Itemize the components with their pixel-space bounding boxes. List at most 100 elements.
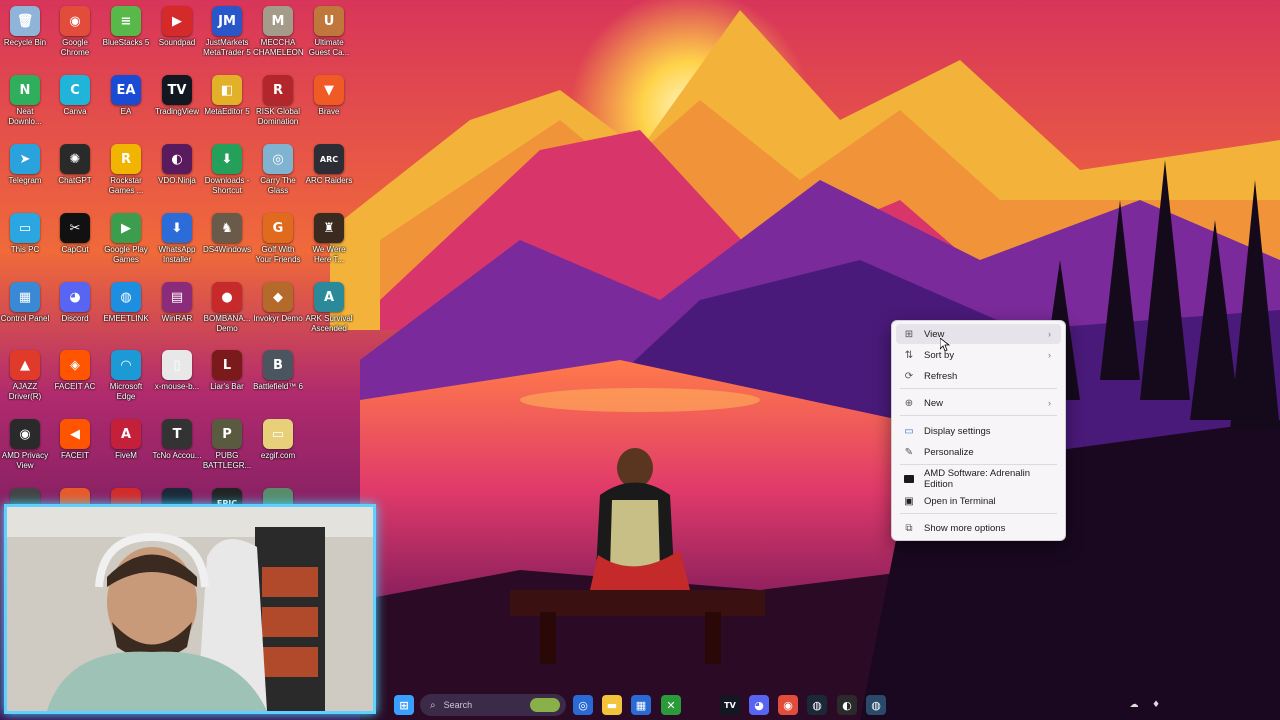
desktop-icon[interactable]: EA EA bbox=[101, 69, 151, 117]
desktop-icon[interactable]: ARC ARC Raiders bbox=[304, 138, 354, 186]
desktop-icon-label: x-mouse-b... bbox=[154, 382, 200, 391]
desktop-icon[interactable]: ▦ Control Panel bbox=[0, 276, 50, 324]
menu-item-refresh[interactable]: ⟳ Refresh bbox=[896, 366, 1061, 386]
search-placeholder: Search bbox=[443, 700, 473, 710]
app-icon: ➤ bbox=[10, 144, 40, 174]
desktop-icon[interactable]: G Golf With Your Friends bbox=[253, 207, 303, 265]
app-icon: ▼ bbox=[314, 75, 344, 105]
taskbar-obs-icon[interactable]: ◐ bbox=[837, 695, 857, 715]
desktop-icon[interactable]: A ARK Survival Ascended bbox=[304, 276, 354, 334]
desktop-icon[interactable]: L Liar's Bar bbox=[202, 344, 252, 392]
desktop-icon[interactable]: ● BOMBANA... Demo bbox=[202, 276, 252, 334]
desktop-icon[interactable]: ▶ Soundpad bbox=[152, 0, 202, 48]
taskbar-steam-icon[interactable]: ◍ bbox=[807, 695, 827, 715]
taskbar-discord-icon[interactable]: ◕ bbox=[749, 695, 769, 715]
taskbar-explorer-icon[interactable]: ▬ bbox=[602, 695, 622, 715]
menu-separator bbox=[900, 415, 1057, 416]
menu-item-show-more-options[interactable]: ⧉ Show more options bbox=[896, 518, 1061, 538]
desktop-icon-label: ARK Survival Ascended bbox=[305, 314, 353, 333]
taskbar-copilot-icon[interactable]: ◎ bbox=[573, 695, 593, 715]
desktop-icon[interactable]: C Canva bbox=[50, 69, 100, 117]
desktop-icon[interactable]: ▯ x-mouse-b... bbox=[152, 344, 202, 392]
desktop-icon[interactable]: M MECCHA CHAMELEON bbox=[253, 0, 303, 58]
desktop-icon-label: Canva bbox=[63, 107, 87, 116]
desktop-icon-label: Discord bbox=[61, 314, 89, 323]
desktop-icon[interactable]: ◈ FACEIT AC bbox=[50, 344, 100, 392]
desktop-icon[interactable]: ◎ Carry The Glass bbox=[253, 138, 303, 196]
app-icon: ▭ bbox=[263, 419, 293, 449]
desktop-icon-label: FiveM bbox=[115, 451, 137, 460]
menu-item-display-settings[interactable]: ▭ Display settings bbox=[896, 421, 1061, 441]
desktop-icon[interactable]: ◀ FACEIT bbox=[50, 413, 100, 461]
desktop-icon[interactable]: ◉ AMD Privacy View bbox=[0, 413, 50, 471]
desktop-icon-label: Liar's Bar bbox=[210, 382, 244, 391]
taskbar-chrome-icon[interactable]: ◉ bbox=[778, 695, 798, 715]
desktop-icon[interactable]: ◍ EMEETLINK bbox=[101, 276, 151, 324]
desktop-icon[interactable]: R Rockstar Games ... bbox=[101, 138, 151, 196]
desktop-icon[interactable]: ✺ ChatGPT bbox=[50, 138, 100, 186]
taskbar-tradingview-icon[interactable]: TV bbox=[720, 695, 740, 715]
taskbar-search-input[interactable]: ⌕ Search bbox=[420, 694, 566, 716]
desktop-icon[interactable]: 🗑 Recycle Bin bbox=[0, 0, 50, 48]
desktop-icon[interactable]: P PUBG BATTLEGR... bbox=[202, 413, 252, 471]
refresh-icon: ⟳ bbox=[904, 370, 914, 382]
desktop-icon[interactable]: T TcNo Accou... bbox=[152, 413, 202, 461]
desktop-icon-label: Google Chrome bbox=[60, 38, 90, 57]
desktop-icon[interactable]: ◠ Microsoft Edge bbox=[101, 344, 151, 402]
desktop-icon[interactable]: ▶ Google Play Games bbox=[101, 207, 151, 265]
taskbar-windows-icon[interactable]: ⊞ bbox=[394, 695, 414, 715]
desktop-icon[interactable]: ◧ MetaEditor 5 bbox=[202, 69, 252, 117]
app-icon: U bbox=[314, 6, 344, 36]
desktop-icon[interactable]: ◕ Discord bbox=[50, 276, 100, 324]
desktop-icon[interactable]: ▲ AJAZZ Driver(R) bbox=[0, 344, 50, 402]
desktop-icon[interactable]: ⬇ WhatsApp Installer bbox=[152, 207, 202, 265]
desktop-icon[interactable]: U Ultimate Guest Ca... bbox=[304, 0, 354, 58]
desktop-icon[interactable]: ➤ Telegram bbox=[0, 138, 50, 186]
desktop-icon[interactable]: ▭ ezgif.com bbox=[253, 413, 303, 461]
desktop-icon[interactable]: N Neat Downlo... bbox=[0, 69, 50, 127]
chevron-right-icon: › bbox=[1048, 350, 1051, 360]
plus-icon: ⊕ bbox=[904, 397, 914, 409]
desktop-icon-label: Downloads - Shortcut bbox=[204, 176, 250, 195]
menu-item-amd-software-adrenalin-edition[interactable]: AMD Software: Adrenalin Edition bbox=[896, 468, 1061, 490]
app-icon: TV bbox=[162, 75, 192, 105]
app-icon: ⬇ bbox=[212, 144, 242, 174]
desktop-icon[interactable]: A FiveM bbox=[101, 413, 151, 461]
taskbar-store-icon[interactable]: ▦ bbox=[631, 695, 651, 715]
desktop-icon[interactable]: ♜ We Were Here T... bbox=[304, 207, 354, 265]
desktop-icon-label: ezgif.com bbox=[260, 451, 296, 460]
desktop-icon[interactable]: ▼ Brave bbox=[304, 69, 354, 117]
desktop-context-menu: ⊞ View › ⇅ Sort by › ⟳ Refresh ⊕ New › ▭ Display set… bbox=[891, 320, 1066, 541]
desktop-icon-label: Carry The Glass bbox=[260, 176, 296, 195]
desktop-icon[interactable]: JM JustMarkets MetaTrader 5 bbox=[202, 0, 252, 58]
menu-item-open-in-terminal[interactable]: ▣ Open in Terminal bbox=[896, 491, 1061, 511]
desktop-icon[interactable]: ♞ DS4Windows bbox=[202, 207, 252, 255]
desktop-icon[interactable]: ▭ This PC bbox=[0, 207, 50, 255]
desktop-icon[interactable]: ▤ WinRAR bbox=[152, 276, 202, 324]
desktop-icon[interactable]: ◆ Invokyr Demo bbox=[253, 276, 303, 324]
taskbar: ⌕ Search ⊞ ◎ ▬ ▦ ✕ TV ◕ ◉ ◍ ◐ ◍ ☁ ♦ bbox=[376, 690, 1280, 720]
menu-item-personalize[interactable]: ✎ Personalize bbox=[896, 442, 1061, 462]
desktop-icon[interactable]: ≡ BlueStacks 5 bbox=[101, 0, 151, 48]
desktop-icon[interactable]: ⬇ Downloads - Shortcut bbox=[202, 138, 252, 196]
desktop-icon-label: Microsoft Edge bbox=[109, 382, 143, 401]
desktop-icon[interactable]: TV TradingView bbox=[152, 69, 202, 117]
desktop-icon-label: ChatGPT bbox=[58, 176, 92, 185]
mic-icon[interactable]: ♦ bbox=[1146, 695, 1166, 715]
webcam-feed-image bbox=[7, 507, 373, 711]
app-icon: ◐ bbox=[162, 144, 192, 174]
desktop-icon[interactable]: ◉ Google Chrome bbox=[50, 0, 100, 58]
menu-item-new[interactable]: ⊕ New › bbox=[896, 393, 1061, 413]
desktop-icon[interactable]: B Battlefield™ 6 bbox=[253, 344, 303, 392]
desktop-icon[interactable]: ✂ CapCut bbox=[50, 207, 100, 255]
desktop-icon[interactable]: ◐ VDO.Ninja bbox=[152, 138, 202, 186]
app-icon: ⬇ bbox=[162, 213, 192, 243]
cloud-icon[interactable]: ☁ bbox=[1124, 695, 1144, 715]
menu-item-view[interactable]: ⊞ View › bbox=[896, 324, 1061, 344]
menu-item-sort-by[interactable]: ⇅ Sort by › bbox=[896, 345, 1061, 365]
desktop-icon[interactable]: R RISK Global Domination bbox=[253, 69, 303, 127]
menu-item-label: Refresh bbox=[924, 370, 958, 382]
taskbar-xbox-icon[interactable]: ✕ bbox=[661, 695, 681, 715]
taskbar-steam2-icon[interactable]: ◍ bbox=[866, 695, 886, 715]
app-icon: P bbox=[212, 419, 242, 449]
